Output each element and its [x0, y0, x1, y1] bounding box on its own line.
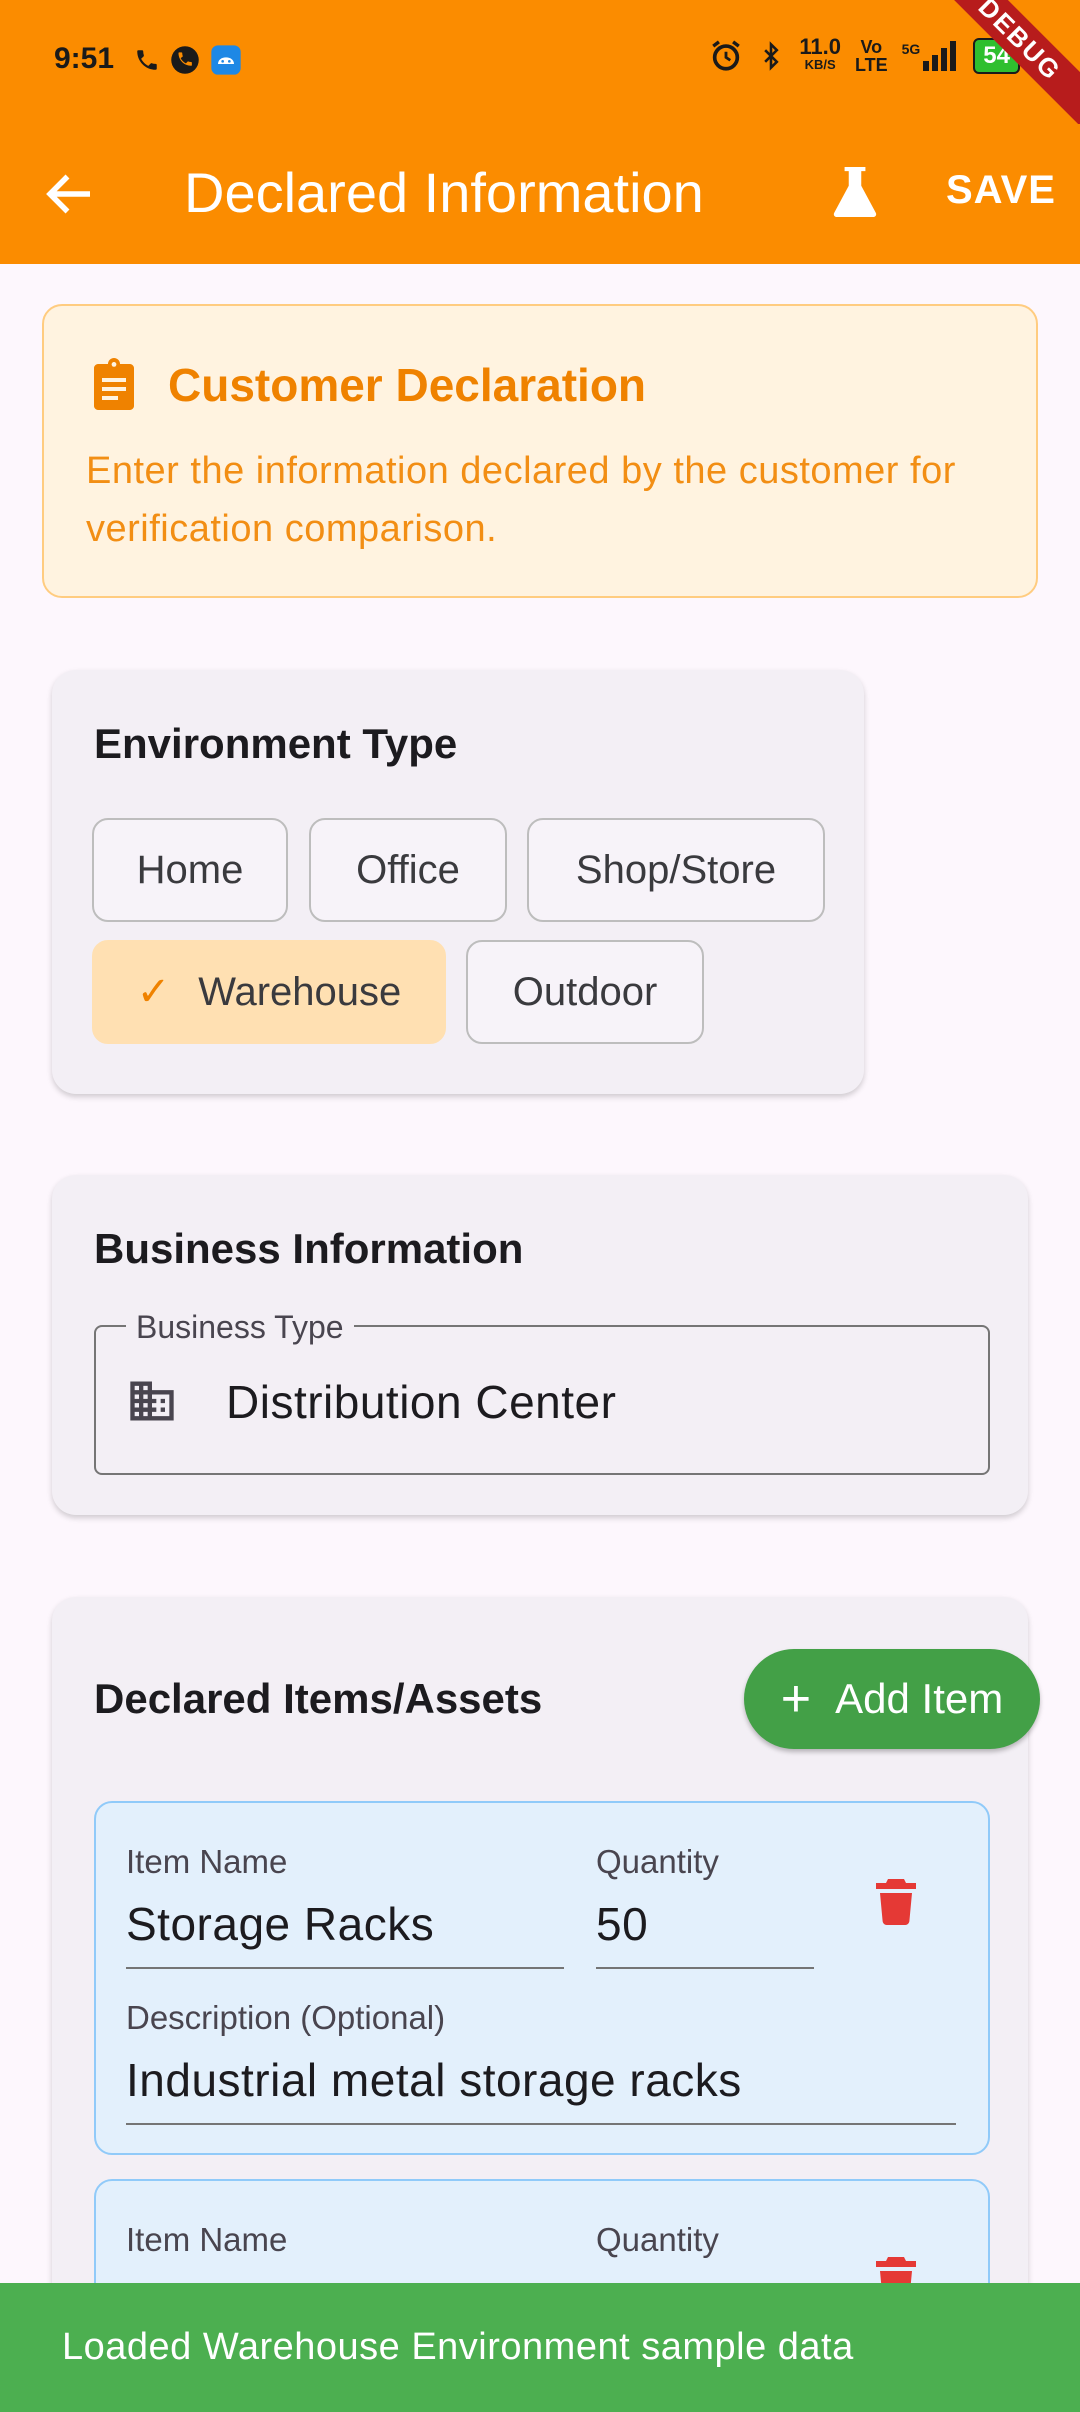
business-type-value: Distribution Center	[226, 1376, 617, 1428]
status-bar: 9:51 11.0 KB/S Vo LTE 5G 54 DEBUG	[0, 0, 1080, 138]
business-info-title: Business Information	[94, 1225, 524, 1272]
volte-indicator: Vo LTE	[855, 38, 888, 74]
volte-bottom: LTE	[854, 55, 888, 75]
phone-icon	[137, 50, 157, 70]
clipboard-icon	[94, 358, 134, 410]
business-type-label: Business Type	[126, 1309, 354, 1346]
alarm-icon	[712, 40, 741, 71]
item-card: Item Name Storage Racks Quantity 50 Desc…	[94, 1801, 990, 2155]
environment-type-card: Environment Type Home Office Shop/Store …	[52, 670, 864, 1094]
quantity-underline	[596, 1967, 814, 1969]
bluetooth-icon	[764, 41, 779, 71]
sample-data-button[interactable]	[830, 164, 880, 224]
building-icon	[130, 1381, 174, 1421]
quantity-input[interactable]: 50	[596, 1897, 648, 1951]
call-active-icon	[171, 46, 199, 74]
banner-text: Enter the information declared by the cu…	[86, 450, 956, 550]
item-name-label: Item Name	[126, 1843, 288, 1880]
flask-icon	[833, 167, 877, 217]
snackbar-message: Loaded Warehouse Environment sample data	[62, 2326, 854, 2368]
network-type: 5G	[901, 41, 921, 57]
net-speed: 11.0 KB/S	[799, 34, 841, 74]
plus-icon: +	[780, 1670, 812, 1728]
signal-indicator: 5G	[902, 41, 960, 71]
business-type-field[interactable]: Business Type Distribution Center	[94, 1309, 990, 1475]
quantity-label: Quantity	[596, 1843, 719, 1880]
chip-office[interactable]: Office	[309, 818, 507, 922]
chip-label: Office	[356, 847, 460, 892]
chip-label: Home	[136, 847, 244, 892]
check-icon: ✓	[136, 970, 171, 1014]
item-name-underline	[126, 1967, 564, 1969]
status-right-icons: 11.0 KB/S Vo LTE 5G 54	[709, 34, 1020, 74]
description-input[interactable]: Industrial metal storage racks	[126, 2053, 742, 2107]
net-speed-unit: KB/S	[804, 57, 836, 72]
description-underline	[126, 2123, 956, 2125]
snackbar: Loaded Warehouse Environment sample data	[0, 2283, 1080, 2412]
volte-top: Vo	[860, 37, 883, 57]
chip-outdoor[interactable]: Outdoor	[466, 940, 704, 1044]
status-left-icons	[134, 44, 242, 76]
add-item-button[interactable]: + Add Item	[744, 1649, 1040, 1749]
app-bar: Declared Information SAVE	[0, 124, 1080, 264]
declaration-banner: Customer Declaration Enter the informati…	[42, 304, 1038, 598]
chip-label: Outdoor	[512, 969, 658, 1014]
chip-label: Warehouse	[198, 969, 402, 1014]
chip-label: Shop/Store	[575, 847, 777, 892]
chip-home[interactable]: Home	[92, 818, 288, 922]
declared-items-title: Declared Items/Assets	[94, 1675, 543, 1722]
chip-warehouse[interactable]: ✓ Warehouse	[92, 940, 446, 1044]
declared-items-card: Declared Items/Assets + Add Item Item Na…	[52, 1597, 1040, 2412]
status-time: 9:51	[54, 42, 115, 75]
signal-icon	[923, 41, 957, 71]
back-button[interactable]	[40, 164, 100, 224]
page-title: Declared Information	[184, 161, 704, 224]
item-name-input[interactable]: Storage Racks	[126, 1897, 434, 1951]
item-name-label: Item Name	[126, 2221, 288, 2258]
quantity-label: Quantity	[596, 2221, 719, 2258]
add-item-label: Add Item	[835, 1675, 1004, 1722]
delete-icon[interactable]	[876, 1877, 916, 1925]
business-info-card: Business Information Business Type Distr…	[52, 1175, 1028, 1515]
description-label: Description (Optional)	[126, 1999, 446, 2036]
net-speed-value: 11.0	[799, 34, 841, 59]
arrow-back-icon	[46, 174, 90, 214]
app-notification-icon	[211, 45, 241, 75]
environment-type-title: Environment Type	[94, 720, 458, 767]
banner-title: Customer Declaration	[168, 359, 647, 411]
chip-shop-store[interactable]: Shop/Store	[527, 818, 825, 922]
save-button[interactable]: SAVE	[946, 168, 1056, 213]
